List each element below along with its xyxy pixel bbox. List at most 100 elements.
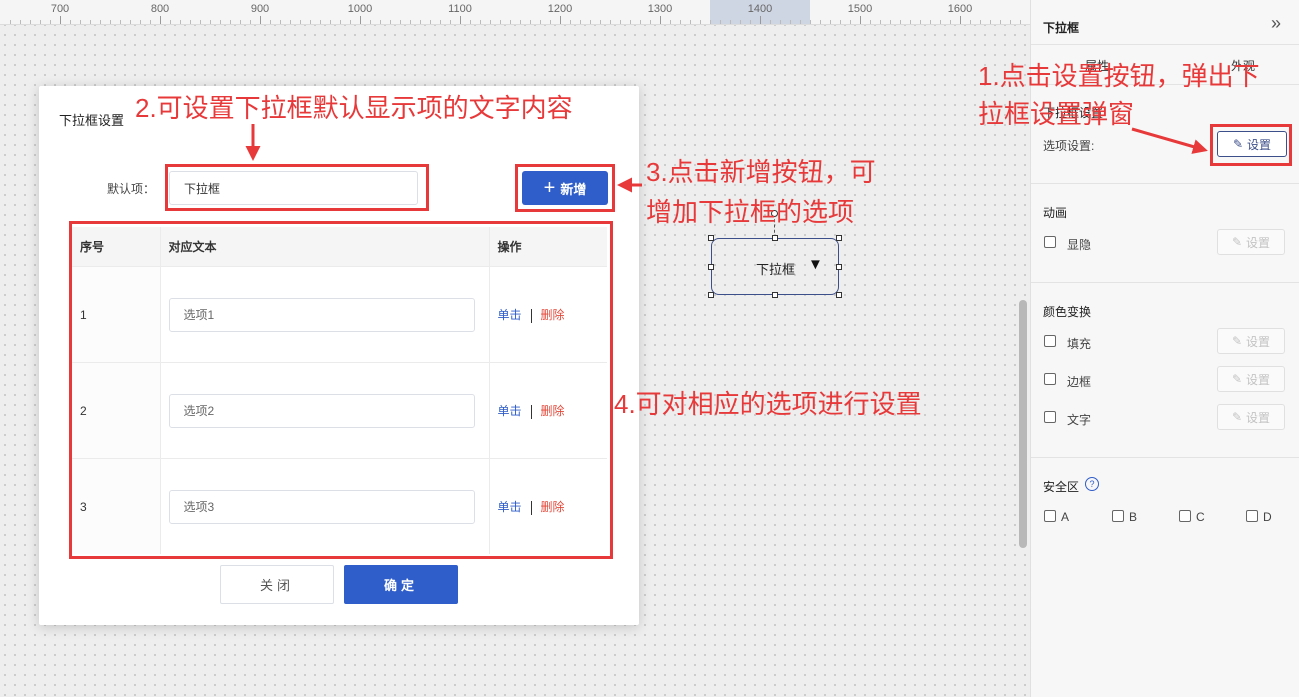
ruler-label: 1100 <box>448 3 472 15</box>
text-checkbox[interactable] <box>1044 411 1056 423</box>
resize-handle-s[interactable] <box>772 292 778 298</box>
ruler-tick <box>470 20 471 24</box>
annotation-box-setting-button <box>1210 124 1292 166</box>
ruler-tick <box>290 20 291 24</box>
ruler-tick <box>370 20 371 24</box>
ruler-tick <box>960 16 961 24</box>
ruler-tick <box>700 20 701 24</box>
ruler-tick <box>250 20 251 24</box>
ruler-tick <box>610 20 611 24</box>
fill-setting-button[interactable]: ✎ 设置 <box>1217 328 1285 354</box>
ruler-tick <box>920 20 921 24</box>
ruler-tick <box>680 20 681 24</box>
ruler-tick <box>580 20 581 24</box>
border-checkbox[interactable] <box>1044 373 1056 385</box>
safe-zone-c-label: C <box>1196 510 1205 524</box>
border-setting-button[interactable]: ✎ 设置 <box>1217 366 1285 392</box>
ruler-label: 1600 <box>947 3 973 15</box>
ruler-tick <box>80 20 81 24</box>
ruler-tick <box>790 20 791 24</box>
visibility-checkbox[interactable] <box>1044 236 1056 248</box>
pencil-icon: ✎ <box>1231 334 1243 348</box>
resize-handle-e[interactable] <box>836 264 842 270</box>
default-item-label: 默认项： <box>107 182 156 196</box>
close-button[interactable]: 关闭 <box>220 565 334 604</box>
ruler-tick <box>1010 20 1011 24</box>
ruler-tick <box>950 20 951 24</box>
pencil-icon: ✎ <box>1231 410 1243 424</box>
ruler-tick <box>360 16 361 24</box>
annotation-note-3-line-2: 增加下拉框的选项 <box>646 197 855 227</box>
confirm-button[interactable]: 确定 <box>344 565 458 604</box>
ruler-tick <box>480 20 481 24</box>
safe-zone-b-checkbox[interactable] <box>1112 510 1124 522</box>
ruler-tick <box>1000 20 1001 24</box>
ruler-label: 1500 <box>847 3 873 15</box>
collapse-icon[interactable]: » <box>1271 13 1281 34</box>
ruler-tick <box>570 20 571 24</box>
ruler-tick <box>10 20 11 24</box>
resize-handle-se[interactable] <box>836 292 842 298</box>
help-icon[interactable]: ? <box>1085 477 1099 491</box>
resize-handle-sw[interactable] <box>708 292 714 298</box>
border-label: 边框 <box>1067 375 1092 389</box>
ruler-tick <box>170 20 171 24</box>
ruler-tick <box>990 20 991 24</box>
annotation-note-1-line-1: 1.点击设置按钮，弹出下 <box>978 61 1260 91</box>
ruler-tick <box>220 20 221 24</box>
option-settings-label: 选项设置: <box>1043 139 1095 153</box>
dropdown-component[interactable]: 下拉框 ▼ <box>711 238 839 295</box>
ruler-tick <box>200 20 201 24</box>
divider <box>1031 282 1299 283</box>
safe-zone-d-checkbox[interactable] <box>1246 510 1258 522</box>
ruler-tick <box>110 20 111 24</box>
ruler-tick <box>420 20 421 24</box>
ruler-tick <box>810 20 811 24</box>
annotation-note-3-line-1: 3.点击新增按钮，可 <box>646 157 876 187</box>
setting-button-label: 设置 <box>1246 235 1271 250</box>
annotation-box-default-input <box>165 164 429 211</box>
ruler-tick <box>880 20 881 24</box>
ruler-tick <box>760 16 761 24</box>
divider <box>1031 457 1299 458</box>
fill-checkbox[interactable] <box>1044 335 1056 347</box>
resize-handle-ne[interactable] <box>836 235 842 241</box>
ruler-tick <box>600 20 601 24</box>
panel-title: 下拉框 <box>1043 21 1080 35</box>
ruler-tick <box>850 20 851 24</box>
ruler-tick <box>450 20 451 24</box>
ruler-tick <box>90 20 91 24</box>
ruler-tick <box>550 20 551 24</box>
dialog-title: 下拉框设置 <box>59 113 125 128</box>
ruler-tick <box>740 20 741 24</box>
ruler-tick <box>940 20 941 24</box>
ruler-tick <box>650 20 651 24</box>
ruler-tick <box>690 20 691 24</box>
ruler-tick <box>210 20 211 24</box>
ruler-label: 1300 <box>647 3 673 15</box>
resize-handle-w[interactable] <box>708 264 714 270</box>
annotation-box-options-table <box>69 221 613 559</box>
canvas-scrollbar[interactable] <box>1019 300 1027 548</box>
ruler-tick <box>870 20 871 24</box>
ruler-tick <box>840 20 841 24</box>
resize-handle-n[interactable] <box>772 235 778 241</box>
text-label: 文字 <box>1067 413 1092 427</box>
ruler-tick <box>380 20 381 24</box>
text-setting-button[interactable]: ✎ 设置 <box>1217 404 1285 430</box>
ruler-label: 700 <box>50 3 70 15</box>
ruler-tick <box>910 20 911 24</box>
safe-zone-c-checkbox[interactable] <box>1179 510 1191 522</box>
visibility-setting-button[interactable]: ✎ 设置 <box>1217 229 1285 255</box>
setting-button-label: 设置 <box>1246 334 1271 349</box>
ruler-label: 800 <box>150 3 170 15</box>
safe-zone-a-checkbox[interactable] <box>1044 510 1056 522</box>
ruler-tick <box>400 20 401 24</box>
ruler-label: 900 <box>250 3 270 15</box>
resize-handle-nw[interactable] <box>708 235 714 241</box>
ruler-tick <box>900 20 901 24</box>
ruler-tick <box>180 20 181 24</box>
ruler-tick <box>240 20 241 24</box>
ruler-tick <box>510 20 511 24</box>
annotation-note-1-line-2: 拉框设置弹窗 <box>978 99 1135 129</box>
